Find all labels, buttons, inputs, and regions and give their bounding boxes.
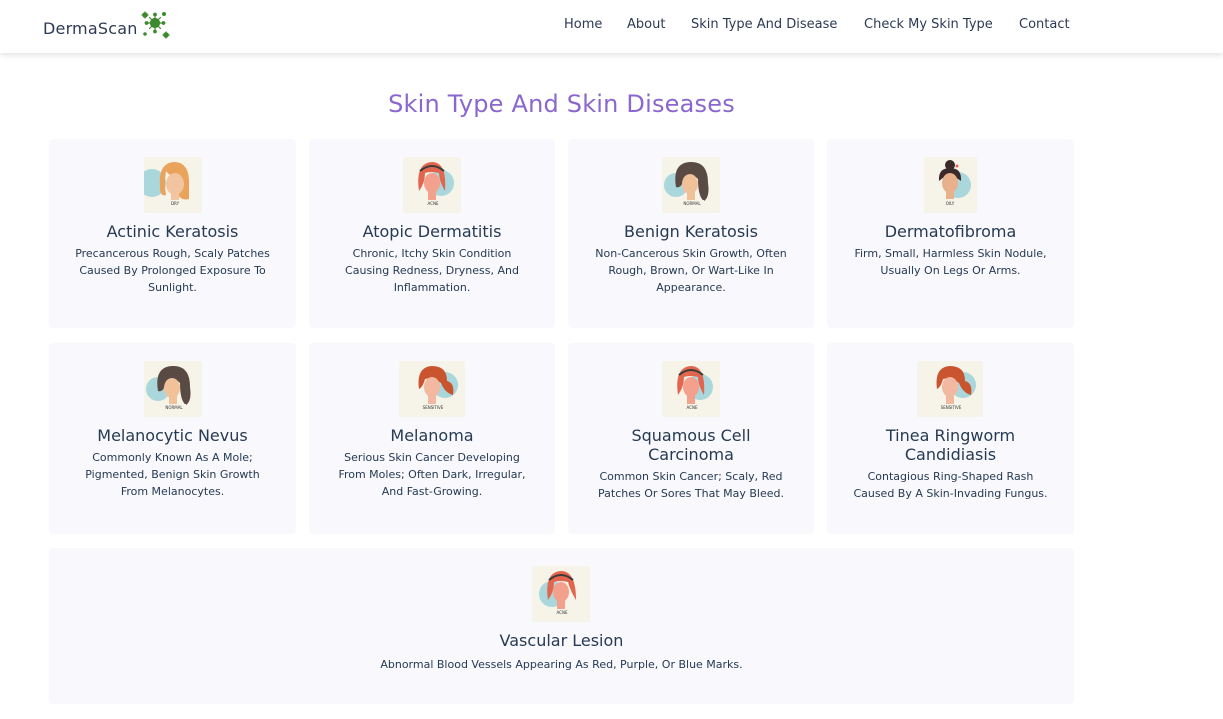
svg-text:DRY: DRY bbox=[171, 201, 180, 206]
woman-avatar-icon: SENSITIVE bbox=[917, 361, 983, 417]
woman-avatar-icon: ACNE bbox=[532, 566, 590, 622]
nav-about[interactable]: About bbox=[627, 17, 665, 33]
nav-skin-type-and-disease[interactable]: Skin Type And Disease bbox=[691, 17, 837, 33]
disease-card[interactable]: NORMAL Melanocytic Nevus Commonly Known … bbox=[49, 343, 296, 534]
card-title: Actinic Keratosis bbox=[106, 222, 239, 241]
top-navbar: DermaScan Home About Skin Type And Disea… bbox=[0, 0, 1223, 53]
card-description: Chronic, Itchy Skin Condition Causing Re… bbox=[345, 247, 519, 294]
nav-home[interactable]: Home bbox=[564, 17, 602, 33]
svg-text:ACNE: ACNE bbox=[428, 201, 439, 206]
svg-text:ACNE: ACNE bbox=[687, 405, 698, 410]
card-title: Benign Keratosis bbox=[624, 222, 758, 241]
nav-contact[interactable]: Contact bbox=[1019, 17, 1070, 33]
svg-text:OILY: OILY bbox=[946, 201, 955, 206]
disease-card[interactable]: SENSITIVE Melanoma Serious Skin Cancer D… bbox=[309, 343, 555, 534]
card-description: Contagious Ring-Shaped Rash Caused By A … bbox=[853, 470, 1048, 500]
svg-text:NORMAL: NORMAL bbox=[683, 201, 701, 206]
card-title: Dermatofibroma bbox=[884, 222, 1017, 241]
woman-avatar-icon: ACNE bbox=[662, 361, 720, 417]
disease-card[interactable]: ACNE Atopic Dermatitis Chronic, Itchy Sk… bbox=[309, 139, 555, 328]
disease-card[interactable]: NORMAL Benign Keratosis Non-Cancerous Sk… bbox=[568, 139, 814, 328]
card-title: Atopic Dermatitis bbox=[362, 222, 502, 241]
card-description: Common Skin Cancer; Scaly, Red Patches O… bbox=[598, 470, 784, 500]
woman-avatar-icon: NORMAL bbox=[662, 157, 720, 213]
svg-text:SENSITIVE: SENSITIVE bbox=[423, 405, 444, 410]
disease-card[interactable]: SENSITIVE Tinea Ringworm Candidiasis Con… bbox=[827, 343, 1074, 534]
card-title: Melanocytic Nevus bbox=[97, 426, 248, 445]
woman-avatar-icon: NORMAL bbox=[144, 361, 202, 417]
svg-text:NORMAL: NORMAL bbox=[165, 405, 183, 410]
disease-card[interactable]: DRY Actinic Keratosis Precancerous Rough… bbox=[49, 139, 296, 328]
card-description: Precancerous Rough, Scaly Patches Caused… bbox=[75, 247, 270, 294]
card-description: Firm, Small, Harmless Skin Nodule, Usual… bbox=[854, 247, 1047, 277]
disease-card[interactable]: ACNE Vascular Lesion Abnormal Blood Vess… bbox=[49, 548, 1074, 704]
woman-avatar-icon: ACNE bbox=[403, 157, 461, 213]
card-description: Abnormal Blood Vessels Appearing As Red,… bbox=[380, 658, 743, 671]
woman-avatar-icon: OILY bbox=[924, 157, 977, 213]
card-description: Serious Skin Cancer Developing From Mole… bbox=[338, 451, 526, 498]
main-nav: Home About Skin Type And Disease Check M… bbox=[0, 17, 1223, 35]
disease-card[interactable]: OILY Dermatofibroma Firm, Small, Harmles… bbox=[827, 139, 1074, 328]
svg-text:SENSITIVE: SENSITIVE bbox=[941, 405, 962, 410]
woman-avatar-icon: DRY bbox=[144, 157, 202, 213]
card-title: Tinea Ringworm Candidiasis bbox=[885, 426, 1016, 464]
svg-text:ACNE: ACNE bbox=[557, 610, 568, 615]
disease-card[interactable]: ACNE Squamous Cell Carcinoma Common Skin… bbox=[568, 343, 814, 534]
woman-avatar-icon: SENSITIVE bbox=[399, 361, 465, 417]
card-title: Melanoma bbox=[390, 426, 474, 445]
card-description: Commonly Known As A Mole; Pigmented, Ben… bbox=[85, 451, 260, 498]
card-title: Squamous Cell Carcinoma bbox=[631, 426, 751, 464]
page-title: Skin Type And Skin Diseases bbox=[388, 90, 735, 118]
card-title: Vascular Lesion bbox=[499, 631, 624, 650]
card-description: Non-Cancerous Skin Growth, Often Rough, … bbox=[595, 247, 787, 294]
nav-check-my-skin-type[interactable]: Check My Skin Type bbox=[864, 17, 993, 33]
